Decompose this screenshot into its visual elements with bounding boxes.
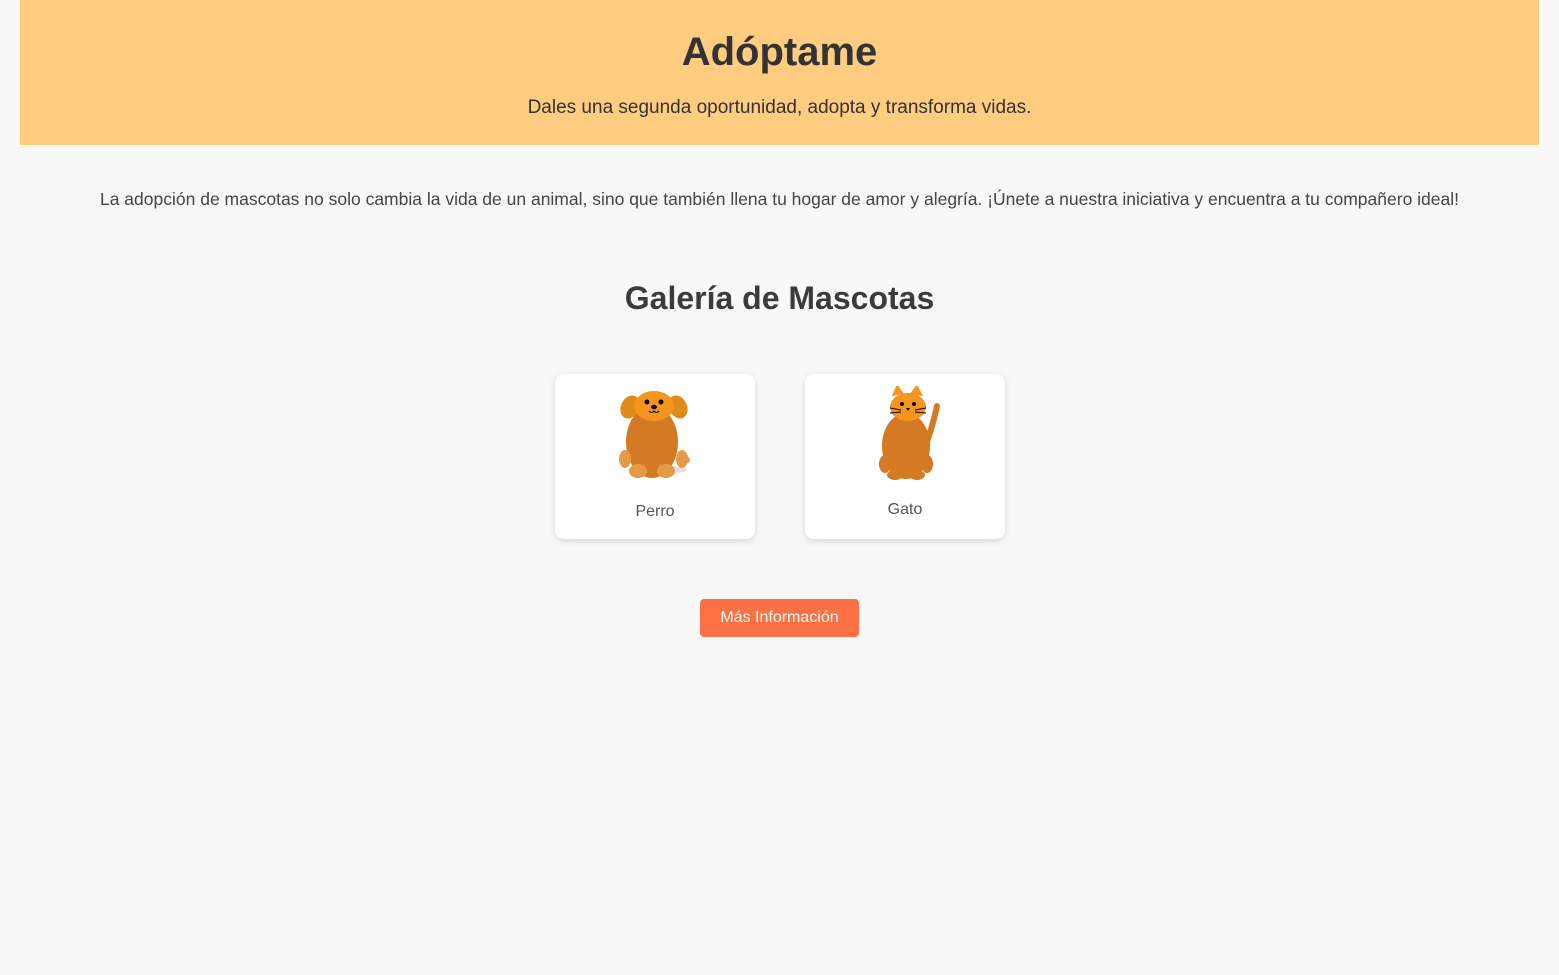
intro-text: La adopción de mascotas no solo cambia l… — [99, 189, 1459, 209]
pet-name-dog: Perro — [635, 503, 675, 520]
page-title: Adóptame — [681, 30, 878, 74]
pet-name-cat: Gato — [887, 501, 923, 518]
page-header: Adóptame Dales una segunda oportunidad, … — [20, 0, 1539, 145]
dog-icon — [619, 391, 690, 478]
page-subtitle: Dales una segunda oportunidad, adopta y … — [527, 97, 1032, 118]
pet-card-dog[interactable]: Perro — [555, 374, 755, 539]
gallery-title: Galería de Mascotas — [624, 280, 935, 316]
more-info-button[interactable]: Más Información — [700, 599, 859, 637]
pet-card-cat[interactable]: Gato — [805, 374, 1005, 539]
cat-icon — [879, 386, 940, 480]
